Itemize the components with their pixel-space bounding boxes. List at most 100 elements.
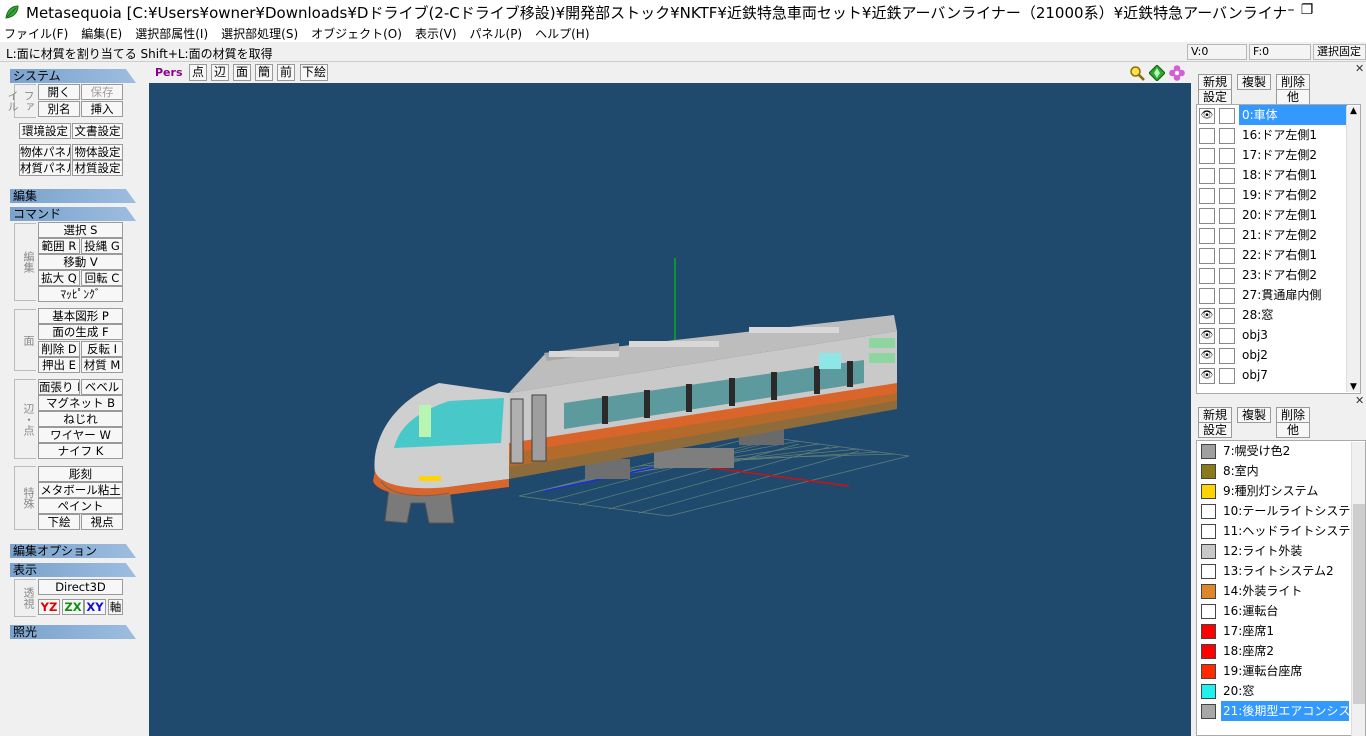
material-row[interactable]: 19:運転台座席 [1197, 661, 1349, 681]
object-row[interactable]: 20:ドア左側1 [1197, 205, 1347, 225]
underlay-tool-button[interactable]: 下絵 [38, 514, 80, 530]
rotate-tool-button[interactable]: 回転 C [81, 270, 123, 286]
face-fill-tool-button[interactable]: 面張り H [38, 379, 80, 395]
yz-view-button[interactable]: YZ [38, 599, 60, 615]
lock-toggle[interactable] [1219, 348, 1235, 364]
lock-toggle[interactable] [1219, 168, 1235, 184]
edge-display-button[interactable]: 辺 [211, 64, 229, 81]
object-row[interactable]: 27:貫通扉内側 [1197, 285, 1347, 305]
visibility-eye-icon[interactable]: 👁 [1199, 308, 1215, 324]
material-settings-button[interactable]: 設定 [1198, 422, 1232, 438]
object-row[interactable]: 23:ドア右側2 [1197, 265, 1347, 285]
lasso-tool-button[interactable]: 投縄 G [81, 238, 123, 254]
menu-item-7[interactable]: ヘルプ(H) [535, 25, 589, 42]
underlay-display-button[interactable]: 下絵 [300, 64, 328, 81]
object-row[interactable]: 19:ドア右側2 [1197, 185, 1347, 205]
material-row[interactable]: 20:窓 [1197, 681, 1349, 701]
zx-view-button[interactable]: ZX [62, 599, 84, 615]
object-row[interactable]: 👁 obj3 [1197, 325, 1347, 345]
visibility-eye-icon[interactable] [1199, 148, 1215, 164]
material-other-button[interactable]: 他 [1276, 422, 1310, 438]
visibility-eye-icon[interactable] [1199, 268, 1215, 284]
scroll-down-icon[interactable]: ▼ [1350, 382, 1357, 392]
object-row[interactable]: 👁 obj2 [1197, 345, 1347, 365]
material-new-button[interactable]: 新規 [1198, 407, 1232, 423]
material-settings-button[interactable]: 材質設定 [72, 160, 123, 176]
range-tool-button[interactable]: 範囲 R [38, 238, 80, 254]
lock-toggle[interactable] [1219, 308, 1235, 324]
material-row[interactable]: 9:種別灯システム [1197, 481, 1349, 501]
insert-button[interactable]: 挿入 [81, 101, 123, 117]
object-row[interactable]: 👁 0:車体 [1197, 105, 1347, 125]
object-delete-button[interactable]: 削除 [1276, 74, 1310, 90]
invert-tool-button[interactable]: 反転 I [81, 341, 123, 357]
material-row[interactable]: 8:室内 [1197, 461, 1349, 481]
menu-item-3[interactable]: 選択部処理(S) [221, 25, 298, 42]
metaball-tool-button[interactable]: メタボール粘土 [38, 482, 123, 498]
axis-toggle-button[interactable]: 軸 [108, 599, 123, 615]
magnet-tool-button[interactable]: マグネット B [38, 395, 123, 411]
object-panel-close-icon[interactable]: ✕ [1355, 62, 1364, 75]
twist-tool-button[interactable]: ねじれ [38, 411, 123, 427]
object-row[interactable]: 21:ドア左側2 [1197, 225, 1347, 245]
material-row[interactable]: 18:座席2 [1197, 641, 1349, 661]
wire-tool-button[interactable]: ワイヤー W [38, 427, 123, 443]
lighting-section-header[interactable]: 照光 [10, 625, 136, 639]
visibility-eye-icon[interactable] [1199, 228, 1215, 244]
xy-view-button[interactable]: XY [84, 599, 106, 615]
face-generate-button[interactable]: 面の生成 F [38, 324, 123, 340]
object-row[interactable]: 16:ドア左側1 [1197, 125, 1347, 145]
menu-item-5[interactable]: 表示(V) [415, 25, 457, 42]
simple-display-button[interactable]: 簡 [255, 64, 273, 81]
menu-item-4[interactable]: オブジェクト(O) [311, 25, 402, 42]
vertex-display-button[interactable]: 点 [189, 64, 207, 81]
visibility-eye-icon[interactable] [1199, 248, 1215, 264]
edit-section-header[interactable]: 編集 [10, 189, 136, 203]
selection-lock-toggle[interactable]: 選択固定 [1313, 44, 1366, 60]
material-delete-button[interactable]: 削除 [1276, 407, 1310, 423]
object-new-button[interactable]: 新規 [1198, 74, 1232, 90]
visibility-eye-icon[interactable] [1199, 128, 1215, 144]
sculpt-tool-button[interactable]: 彫刻 [38, 466, 123, 482]
material-list-scrollbar[interactable] [1351, 442, 1365, 736]
lock-toggle[interactable] [1219, 288, 1235, 304]
knife-tool-button[interactable]: ナイフ K [38, 443, 123, 459]
object-list-scrollbar[interactable]: ▲ ▼ [1346, 106, 1360, 392]
lock-toggle[interactable] [1219, 328, 1235, 344]
face-display-button[interactable]: 面 [233, 64, 251, 81]
object-copy-button[interactable]: 複製 [1237, 74, 1271, 90]
object-row[interactable]: 👁 obj7 [1197, 365, 1347, 385]
lock-toggle[interactable] [1219, 148, 1235, 164]
material-row[interactable]: 16:運転台 [1197, 601, 1349, 621]
material-row[interactable]: 11:ヘッドライトシステム [1197, 521, 1362, 541]
viewpoint-tool-button[interactable]: 視点 [81, 514, 123, 530]
lock-toggle[interactable] [1219, 368, 1235, 384]
command-section-header[interactable]: コマンド [10, 207, 136, 221]
visibility-eye-icon[interactable] [1199, 188, 1215, 204]
object-settings-button[interactable]: 設定 [1198, 89, 1232, 105]
select-tool-button[interactable]: 選択 S [38, 222, 123, 238]
primitive-tool-button[interactable]: 基本図形 P [38, 308, 123, 324]
object-row[interactable]: 17:ドア左側2 [1197, 145, 1347, 165]
magnify-icon[interactable] [1129, 65, 1145, 81]
lock-toggle[interactable] [1219, 108, 1235, 124]
visibility-eye-icon[interactable]: 👁 [1199, 368, 1215, 384]
object-row[interactable]: 👁 28:窓 [1197, 305, 1347, 325]
material-tool-button[interactable]: 材質 M [81, 357, 123, 373]
material-row[interactable]: 21:後期型エアコンシステム [1197, 701, 1365, 721]
visibility-eye-icon[interactable]: 👁 [1199, 108, 1215, 124]
lock-toggle[interactable] [1219, 188, 1235, 204]
lock-toggle[interactable] [1219, 248, 1235, 264]
visibility-eye-icon[interactable] [1199, 168, 1215, 184]
save-as-button[interactable]: 別名 [38, 101, 80, 117]
object-row[interactable]: 22:ドア右側1 [1197, 245, 1347, 265]
lock-toggle[interactable] [1219, 228, 1235, 244]
paint-tool-button[interactable]: ペイント [38, 498, 123, 514]
move-tool-button[interactable]: 移動 V [38, 254, 123, 270]
save-button[interactable]: 保存 [81, 84, 123, 100]
direct3d-button[interactable]: Direct3D [38, 579, 123, 595]
lock-toggle[interactable] [1219, 208, 1235, 224]
maximize-button[interactable]: ❐ [1290, 0, 1324, 22]
projection-mode-label[interactable]: Pers [155, 66, 183, 79]
visibility-eye-icon[interactable] [1199, 288, 1215, 304]
